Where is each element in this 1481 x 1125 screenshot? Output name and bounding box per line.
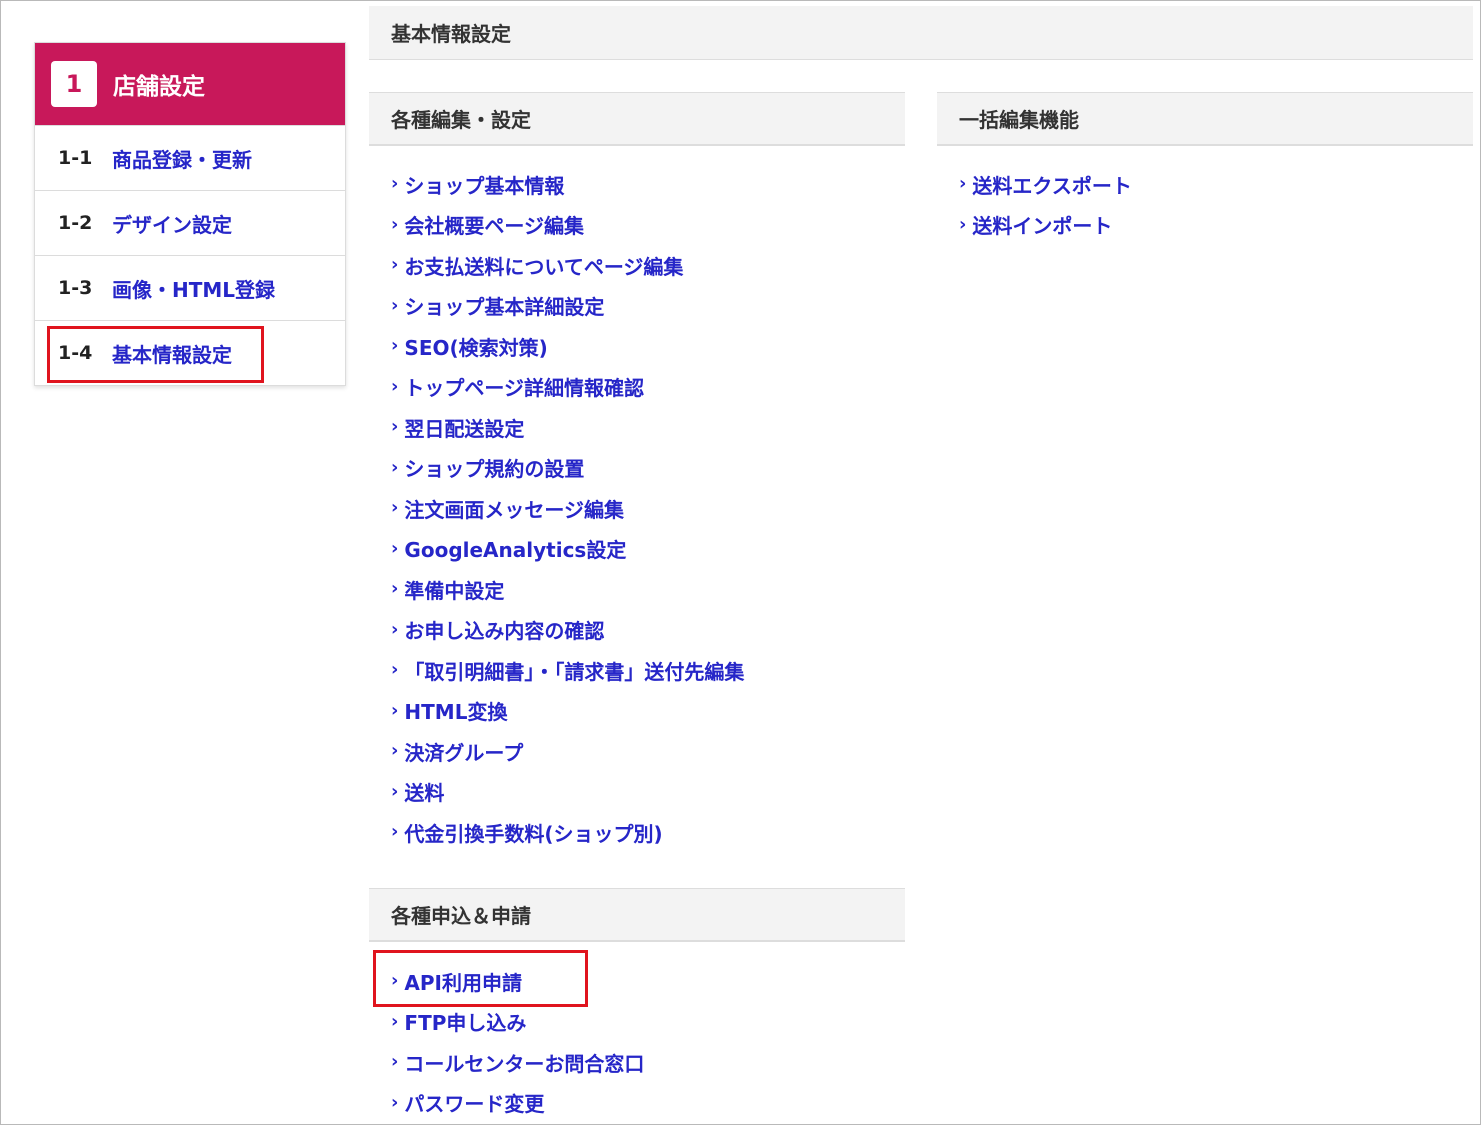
bulk-edit-link[interactable]: › 送料インポート — [959, 205, 1132, 246]
edit-settings-link[interactable]: › 送料 — [391, 772, 744, 813]
bulk-edit-link-label[interactable]: 送料エクスポート — [972, 170, 1131, 199]
highlight-box-api-application — [373, 950, 588, 1007]
chevron-right-icon: › — [391, 375, 399, 397]
chevron-right-icon: › — [391, 699, 399, 721]
edit-settings-link[interactable]: › 準備中設定 — [391, 569, 744, 610]
chevron-right-icon: › — [391, 497, 399, 519]
edit-settings-link-label[interactable]: 代金引換手数料(ショップ別) — [404, 818, 662, 847]
edit-settings-link-label[interactable]: トップページ詳細情報確認 — [404, 372, 644, 401]
edit-settings-link-label[interactable]: HTML変換 — [404, 696, 507, 725]
edit-settings-link-label[interactable]: 注文画面メッセージ編集 — [404, 494, 624, 523]
sidebar-item-product-registration[interactable]: 1-1 商品登録・更新 — [35, 125, 345, 190]
edit-settings-link[interactable]: › ショップ基本情報 — [391, 164, 744, 205]
chevron-right-icon: › — [959, 213, 967, 235]
applications-link[interactable]: › FTP申し込み — [391, 1002, 644, 1043]
edit-settings-link-label[interactable]: GoogleAnalytics設定 — [404, 534, 626, 563]
section-header-bulk-edit: 一括編集機能 — [937, 92, 1473, 146]
sidebar-item-label[interactable]: 商品登録・更新 — [112, 144, 252, 173]
bulk-edit-link[interactable]: › 送料エクスポート — [959, 164, 1132, 205]
section-header-applications: 各種申込＆申請 — [369, 888, 905, 942]
chevron-right-icon: › — [391, 173, 399, 195]
sidebar-item-image-html[interactable]: 1-3 画像・HTML登録 — [35, 255, 345, 320]
chevron-right-icon: › — [391, 213, 399, 235]
chevron-right-icon: › — [391, 294, 399, 316]
edit-settings-link[interactable]: › 決済グループ — [391, 731, 744, 772]
edit-settings-link[interactable]: › 注文画面メッセージ編集 — [391, 488, 744, 529]
chevron-right-icon: › — [391, 537, 399, 559]
bulk-edit-link-label[interactable]: 送料インポート — [972, 210, 1112, 239]
applications-link[interactable]: › コールセンターお問合窓口 — [391, 1042, 644, 1083]
edit-settings-link-label[interactable]: ショップ規約の設置 — [404, 453, 584, 482]
chevron-right-icon: › — [391, 740, 399, 762]
chevron-right-icon: › — [391, 1091, 399, 1113]
applications-link-label[interactable]: コールセンターお問合窓口 — [404, 1048, 644, 1077]
edit-settings-link-label[interactable]: ショップ基本情報 — [404, 170, 564, 199]
edit-settings-link[interactable]: › 会社概要ページ編集 — [391, 205, 744, 246]
sidebar-item-design-settings[interactable]: 1-2 デザイン設定 — [35, 190, 345, 255]
sidebar-item-number: 1-1 — [58, 147, 93, 169]
edit-settings-link-list: › ショップ基本情報 › 会社概要ページ編集 › お支払送料についてページ編集 › ショップ基… — [391, 164, 744, 853]
edit-settings-link-label[interactable]: 翌日配送設定 — [404, 413, 524, 442]
edit-settings-link[interactable]: › 翌日配送設定 — [391, 407, 744, 448]
edit-settings-link[interactable]: › ショップ基本詳細設定 — [391, 286, 744, 327]
chevron-right-icon: › — [391, 821, 399, 843]
edit-settings-link-label[interactable]: お支払送料についてページ編集 — [404, 251, 683, 280]
page-title: 基本情報設定 — [369, 6, 1473, 60]
edit-settings-link[interactable]: › SEO(検索対策) — [391, 326, 744, 367]
edit-settings-link[interactable]: › HTML変換 — [391, 691, 744, 732]
chevron-right-icon: › — [391, 659, 399, 681]
chevron-right-icon: › — [391, 578, 399, 600]
edit-settings-link[interactable]: › お申し込み内容の確認 — [391, 610, 744, 651]
sidebar-header: 1 店舗設定 — [35, 43, 345, 125]
edit-settings-link-label[interactable]: お申し込み内容の確認 — [404, 615, 604, 644]
edit-settings-link[interactable]: › トップページ詳細情報確認 — [391, 367, 744, 408]
edit-settings-link-label[interactable]: 準備中設定 — [404, 575, 504, 604]
edit-settings-link[interactable]: › 代金引換手数料(ショップ別) — [391, 812, 744, 853]
sidebar-header-number: 1 — [51, 61, 97, 107]
applications-link-label[interactable]: パスワード変更 — [404, 1088, 544, 1117]
section-header-edit-settings: 各種編集・設定 — [369, 92, 905, 146]
sidebar-item-number: 1-2 — [58, 212, 93, 234]
edit-settings-link-label[interactable]: SEO(検索対策) — [404, 332, 547, 361]
chevron-right-icon: › — [391, 618, 399, 640]
sidebar-header-title: 店舗設定 — [113, 74, 205, 100]
chevron-right-icon: › — [391, 1010, 399, 1032]
chevron-right-icon: › — [391, 254, 399, 276]
edit-settings-link-label[interactable]: 送料 — [404, 777, 444, 806]
edit-settings-link-label[interactable]: 「取引明細書」・「請求書」送付先編集 — [404, 656, 744, 685]
edit-settings-link[interactable]: › お支払送料についてページ編集 — [391, 245, 744, 286]
chevron-right-icon: › — [391, 780, 399, 802]
sidebar-item-number: 1-3 — [58, 277, 93, 299]
chevron-right-icon: › — [391, 335, 399, 357]
edit-settings-link[interactable]: › GoogleAnalytics設定 — [391, 529, 744, 570]
edit-settings-link[interactable]: › ショップ規約の設置 — [391, 448, 744, 489]
sidebar-item-label[interactable]: デザイン設定 — [112, 209, 232, 238]
bulk-edit-link-list: › 送料エクスポート › 送料インポート — [959, 164, 1132, 245]
highlight-box-basic-info — [47, 326, 264, 383]
edit-settings-link-label[interactable]: 決済グループ — [404, 737, 523, 766]
chevron-right-icon: › — [391, 416, 399, 438]
applications-link-label[interactable]: FTP申し込み — [404, 1007, 526, 1036]
chevron-right-icon: › — [391, 1051, 399, 1073]
sidebar-item-label[interactable]: 画像・HTML登録 — [112, 274, 275, 303]
chevron-right-icon: › — [959, 173, 967, 195]
edit-settings-link-label[interactable]: 会社概要ページ編集 — [404, 210, 584, 239]
edit-settings-link[interactable]: › 「取引明細書」・「請求書」送付先編集 — [391, 650, 744, 691]
edit-settings-link-label[interactable]: ショップ基本詳細設定 — [404, 291, 604, 320]
chevron-right-icon: › — [391, 456, 399, 478]
applications-link[interactable]: › パスワード変更 — [391, 1083, 644, 1124]
